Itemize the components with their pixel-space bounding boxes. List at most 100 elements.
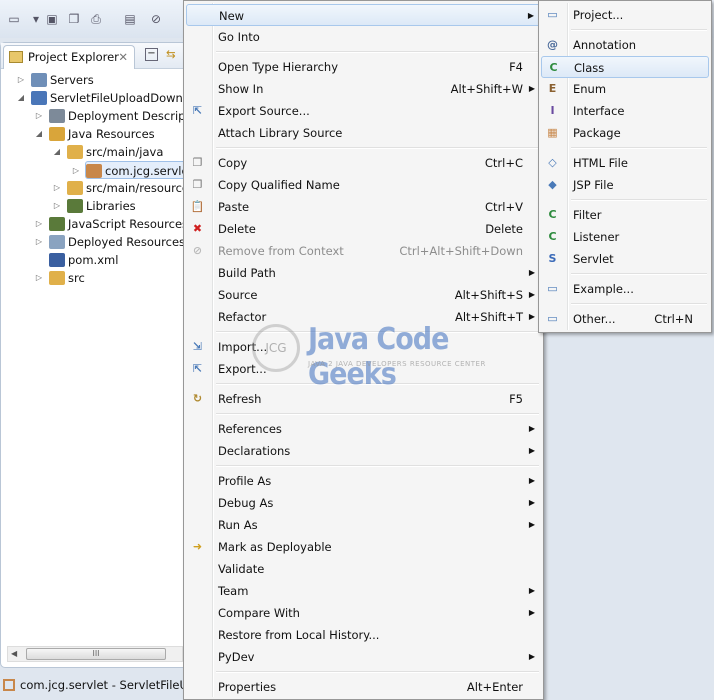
menu-item-project[interactable]: ▭ Project... bbox=[541, 4, 709, 26]
save-all-icon[interactable]: ❐ bbox=[66, 12, 82, 26]
link-with-editor-icon[interactable]: ⇆ bbox=[166, 47, 176, 61]
menu-item-build-path[interactable]: Build Path ▶ bbox=[186, 262, 541, 284]
expand-toggle-icon[interactable]: ▷ bbox=[16, 71, 26, 89]
menu-item-listener[interactable]: C Listener bbox=[541, 226, 709, 248]
menu-item-export[interactable]: ⇱ Export... bbox=[186, 358, 541, 380]
collapse-toggle-icon[interactable]: ◢ bbox=[52, 143, 62, 161]
new-wizard-icon[interactable]: ▭ bbox=[6, 12, 22, 26]
print-icon[interactable]: ⎙ bbox=[88, 12, 104, 26]
menu-item-validate[interactable]: Validate bbox=[186, 558, 541, 580]
menu-item-label: Source bbox=[218, 288, 258, 302]
menu-item-run-as[interactable]: Run As ▶ bbox=[186, 514, 541, 536]
tree-item-label: src/main/java bbox=[86, 145, 164, 159]
collapse-toggle-icon[interactable]: ◢ bbox=[34, 125, 44, 143]
expand-toggle-icon[interactable]: ▷ bbox=[52, 179, 62, 197]
expand-toggle-icon[interactable]: ▷ bbox=[71, 162, 81, 180]
collapse-all-icon[interactable]: − bbox=[145, 48, 158, 61]
menu-item-label: Properties bbox=[218, 680, 277, 694]
collapse-toggle-icon[interactable]: ◢ bbox=[16, 89, 26, 107]
tree-item[interactable]: ◢ src/main/java bbox=[54, 143, 164, 161]
menu-item-label: Export Source... bbox=[218, 104, 310, 118]
submenu-arrow-icon: ▶ bbox=[528, 608, 535, 617]
tree-item[interactable]: ▷ src bbox=[36, 269, 85, 287]
menu-item-restore-from-local-history[interactable]: Restore from Local History... bbox=[186, 624, 541, 646]
menu-item-open-type-hierarchy[interactable]: Open Type Hierarchy F4 bbox=[186, 56, 541, 78]
menu-item-example[interactable]: ▭ Example... bbox=[541, 278, 709, 300]
copy-icon: ❐ bbox=[192, 156, 203, 169]
tree-item[interactable]: pom.xml bbox=[49, 251, 118, 269]
deployed-resources-icon bbox=[49, 235, 65, 249]
expand-toggle-icon[interactable]: ▷ bbox=[34, 269, 44, 287]
submenu-arrow-icon: ▶ bbox=[528, 268, 535, 277]
menu-item-label: Compare With bbox=[218, 606, 300, 620]
tree-item[interactable]: ▷ Deployed Resources bbox=[36, 233, 185, 251]
menu-item-enum[interactable]: E Enum bbox=[541, 78, 709, 100]
expand-toggle-icon[interactable]: ▷ bbox=[34, 215, 44, 233]
menu-item-attach-library-source[interactable]: Attach Library Source bbox=[186, 122, 541, 144]
menu-item-label: Export... bbox=[218, 362, 267, 376]
submenu-arrow-icon: ▶ bbox=[528, 446, 535, 455]
menu-separator bbox=[216, 331, 539, 333]
submenu-arrow-icon: ▶ bbox=[528, 290, 535, 299]
menu-item-compare-with[interactable]: Compare With ▶ bbox=[186, 602, 541, 624]
menu-item-declarations[interactable]: Declarations ▶ bbox=[186, 440, 541, 462]
menu-item-servlet[interactable]: S Servlet bbox=[541, 248, 709, 270]
menu-item-new[interactable]: New ▶ bbox=[186, 4, 541, 26]
menu-item-label: Project... bbox=[573, 8, 624, 22]
scroll-left-icon[interactable]: ◀ bbox=[11, 649, 17, 658]
tab-project-explorer[interactable]: Project Explorer ✕ bbox=[3, 45, 135, 69]
tree-item[interactable]: ▷ Servers bbox=[18, 71, 94, 89]
tree-item-label: com.jcg.servlet bbox=[105, 164, 194, 178]
package-icon: ▦ bbox=[547, 126, 558, 139]
tree-item[interactable]: ▷ src/main/resource bbox=[54, 179, 190, 197]
close-tab-icon[interactable]: ✕ bbox=[118, 50, 128, 64]
tree-item-label: src/main/resource bbox=[86, 181, 190, 195]
expand-toggle-icon[interactable]: ▷ bbox=[52, 197, 62, 215]
menu-item-annotation[interactable]: @ Annotation bbox=[541, 34, 709, 56]
menu-item-refresh[interactable]: ↻ Refresh F5 bbox=[186, 388, 541, 410]
scroll-thumb[interactable]: III bbox=[26, 648, 166, 660]
menu-item-jsp-file[interactable]: ◆ JSP File bbox=[541, 174, 709, 196]
dropdown-icon[interactable]: ▾ bbox=[28, 12, 44, 26]
expand-toggle-icon[interactable]: ▷ bbox=[34, 107, 44, 125]
menu-separator bbox=[216, 465, 539, 467]
menu-item-source[interactable]: Source Alt+Shift+S ▶ bbox=[186, 284, 541, 306]
tree-item[interactable]: ▷ JavaScript Resources bbox=[36, 215, 189, 233]
menu-item-show-in[interactable]: Show In Alt+Shift+W ▶ bbox=[186, 78, 541, 100]
menu-item-references[interactable]: References ▶ bbox=[186, 418, 541, 440]
menu-item-label: Run As bbox=[218, 518, 258, 532]
menu-item-copy[interactable]: ❐ Copy Ctrl+C bbox=[186, 152, 541, 174]
menu-item-package[interactable]: ▦ Package bbox=[541, 122, 709, 144]
tree-item[interactable]: ◢ ServletFileUploadDownlo bbox=[18, 89, 193, 107]
menu-item-html-file[interactable]: ◇ HTML File bbox=[541, 152, 709, 174]
tree-item[interactable]: ▷ Deployment Descript bbox=[36, 107, 190, 125]
menu-item-copy-qualified-name[interactable]: ❐ Copy Qualified Name bbox=[186, 174, 541, 196]
skip-breakpoints-icon[interactable]: ⊘ bbox=[148, 12, 164, 26]
menu-item-label: Go Into bbox=[218, 30, 260, 44]
menu-item-team[interactable]: Team ▶ bbox=[186, 580, 541, 602]
remove-context-icon: ⊘ bbox=[192, 244, 203, 257]
menu-item-profile-as[interactable]: Profile As ▶ bbox=[186, 470, 541, 492]
menu-item-paste[interactable]: 📋 Paste Ctrl+V bbox=[186, 196, 541, 218]
save-icon[interactable]: ▣ bbox=[44, 12, 60, 26]
menu-item-refactor[interactable]: Refactor Alt+Shift+T ▶ bbox=[186, 306, 541, 328]
menu-item-delete[interactable]: ✖ Delete Delete bbox=[186, 218, 541, 240]
tree-item-label: JavaScript Resources bbox=[68, 217, 189, 231]
menu-item-other[interactable]: ▭ Other... Ctrl+N bbox=[541, 308, 709, 330]
expand-toggle-icon[interactable]: ▷ bbox=[34, 233, 44, 251]
menu-item-shortcut: F5 bbox=[509, 392, 523, 406]
binary-icon[interactable]: ▤ bbox=[122, 12, 138, 26]
tree-item[interactable]: ▷ Libraries bbox=[54, 197, 136, 215]
menu-item-import[interactable]: ⇲ Import... bbox=[186, 336, 541, 358]
horizontal-scrollbar[interactable]: ◀ III bbox=[7, 646, 183, 662]
menu-item-properties[interactable]: Properties Alt+Enter bbox=[186, 676, 541, 698]
menu-item-debug-as[interactable]: Debug As ▶ bbox=[186, 492, 541, 514]
menu-item-go-into[interactable]: Go Into bbox=[186, 26, 541, 48]
menu-item-filter[interactable]: C Filter bbox=[541, 204, 709, 226]
tree-item[interactable]: ◢ Java Resources bbox=[36, 125, 155, 143]
menu-item-mark-as-deployable[interactable]: ➜ Mark as Deployable bbox=[186, 536, 541, 558]
menu-item-pydev[interactable]: PyDev ▶ bbox=[186, 646, 541, 668]
menu-item-class[interactable]: C Class bbox=[541, 56, 709, 78]
menu-item-interface[interactable]: I Interface bbox=[541, 100, 709, 122]
menu-item-export-source[interactable]: ⇱ Export Source... bbox=[186, 100, 541, 122]
